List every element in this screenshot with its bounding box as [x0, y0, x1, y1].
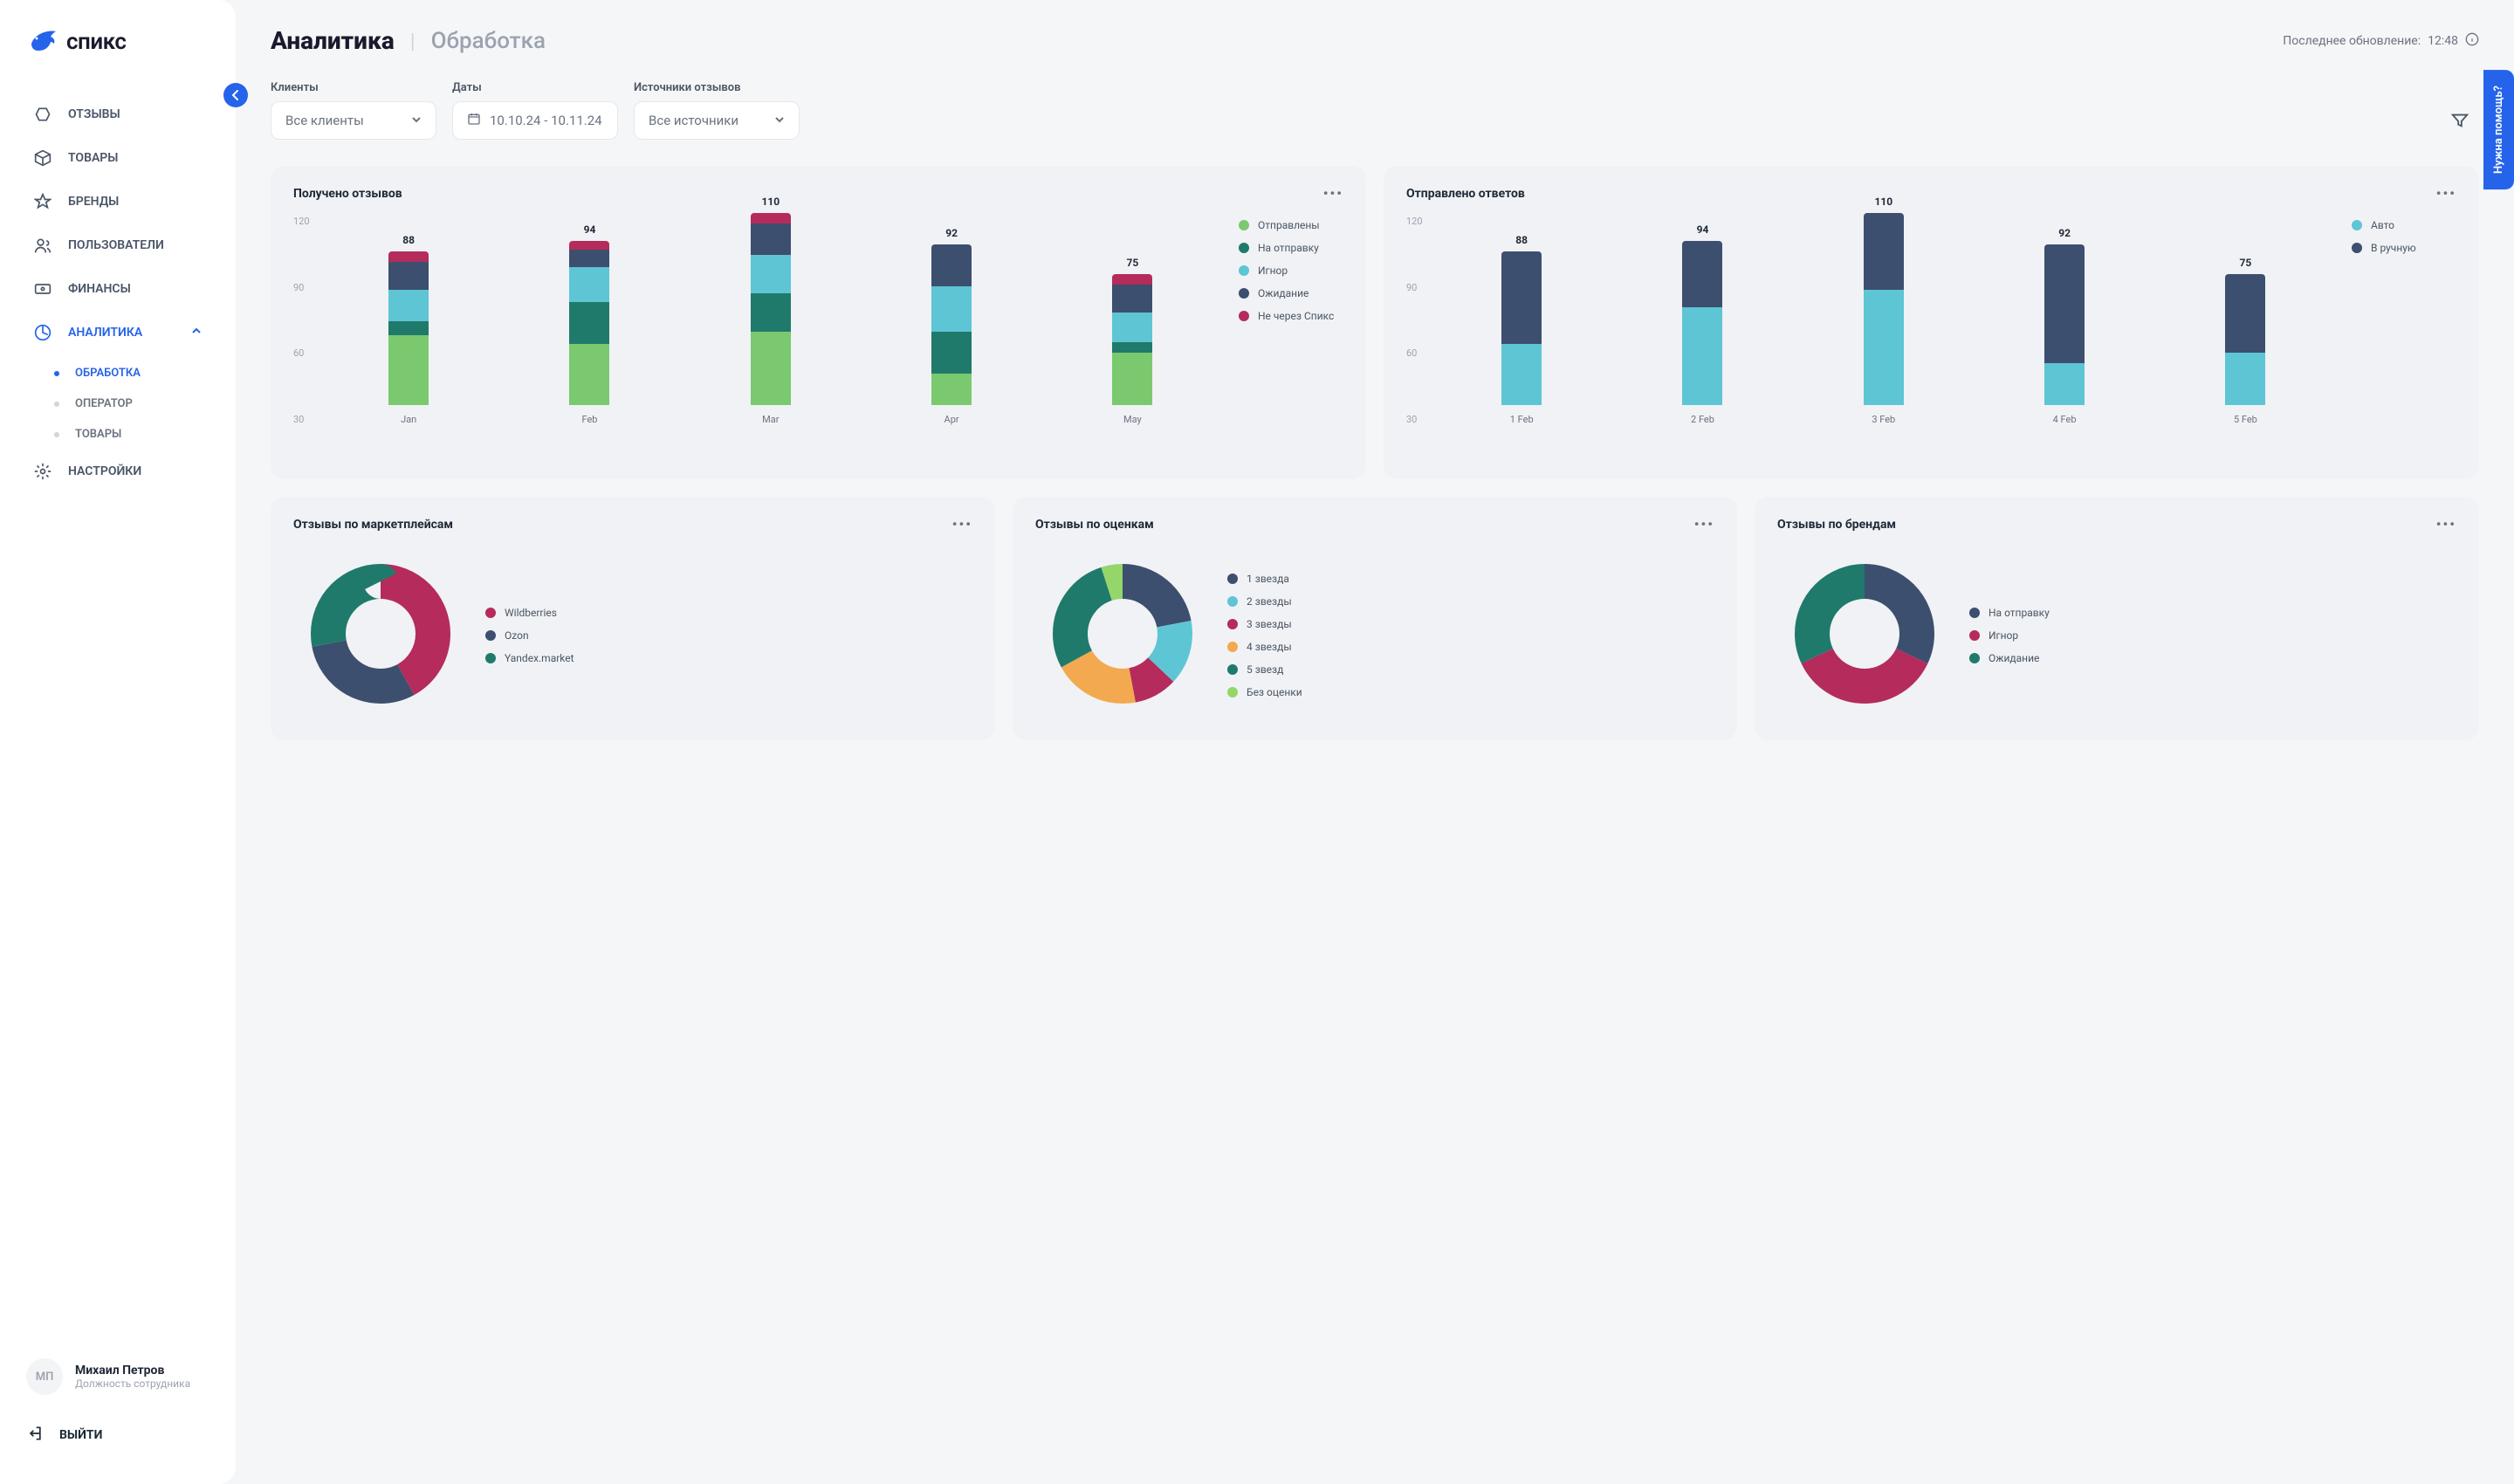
legend-item: 3 звезды — [1227, 618, 1332, 630]
dates-label: Даты — [452, 81, 618, 94]
user-name: Михаил Петров — [75, 1364, 190, 1378]
donut-chart — [293, 546, 468, 721]
calendar-icon — [467, 112, 481, 129]
filter-button[interactable] — [2441, 101, 2479, 140]
subnav-processing[interactable]: ОБРАБОТКА — [44, 358, 218, 388]
chart-card-marketplaces: Отзывы по маркетплейсам ••• Wildberries Oz… — [271, 497, 995, 740]
donut-chart — [1777, 546, 1952, 721]
legend-item: В ручную — [2352, 242, 2456, 254]
nav-label: НАСТРОЙКИ — [68, 464, 141, 478]
legend-item: Без оценки — [1227, 686, 1332, 698]
nav-label: ОТЗЫВЫ — [68, 107, 120, 121]
gear-icon — [33, 462, 52, 481]
legend-item: Игнор — [1969, 629, 2074, 642]
legend-item: 4 звезды — [1227, 641, 1332, 653]
legend-item: 1 звезда — [1227, 573, 1332, 585]
nav-label: ПОЛЬЗОВАТЕЛИ — [68, 238, 164, 252]
clients-label: Клиенты — [271, 81, 436, 94]
box-icon — [33, 148, 52, 168]
nav: ОТЗЫВЫ ТОВАРЫ БРЕНДЫ ПОЛЬЗОВАТЕЛИ ФИНАНС… — [0, 93, 236, 1358]
sources-label: Источники отзывов — [634, 81, 800, 94]
chevron-down-icon — [774, 113, 785, 128]
sidebar-collapse-button[interactable] — [223, 83, 248, 107]
avatar: МП — [26, 1358, 63, 1395]
legend-item: Отправлены — [1239, 219, 1343, 231]
nav-users[interactable]: ПОЛЬЗОВАТЕЛИ — [17, 223, 218, 267]
legend-item: Ожидание — [1239, 287, 1343, 299]
chat-icon — [33, 105, 52, 124]
nav-products[interactable]: ТОВАРЫ — [17, 136, 218, 180]
help-tab[interactable]: Нужна помощь? — [2483, 70, 2514, 189]
page-subtitle: Обработка — [431, 28, 546, 54]
logo: спикс — [0, 26, 236, 93]
nav-reviews[interactable]: ОТЗЫВЫ — [17, 93, 218, 136]
chart-card-brands: Отзывы по брендам ••• На отправку Игнор Ожи… — [1755, 497, 2479, 740]
chart-title: Отзывы по брендам — [1777, 518, 1896, 532]
legend-item: Игнор — [1239, 265, 1343, 277]
legend-item: Авто — [2352, 219, 2456, 231]
chart-title: Отзывы по оценкам — [1035, 518, 1154, 532]
chart-title: Отзывы по маркетплейсам — [293, 518, 453, 532]
chart-menu[interactable]: ••• — [2436, 516, 2456, 532]
clients-select[interactable]: Все клиенты — [271, 101, 436, 140]
star-icon — [33, 192, 52, 211]
chart-menu[interactable]: ••• — [1694, 516, 1714, 532]
chart-menu[interactable]: ••• — [2436, 185, 2456, 202]
legend-item: Не через Спикс — [1239, 310, 1343, 322]
nav-analytics[interactable]: АНАЛИТИКА — [17, 311, 218, 354]
user-role: Должность сотрудника — [75, 1378, 190, 1390]
logout-icon — [26, 1425, 44, 1446]
nav-label: ФИНАНСЫ — [68, 282, 131, 296]
legend-item: На отправку — [1969, 607, 2074, 619]
chart-card-received: Получено отзывов••• 120906030 88Jan94Feb… — [271, 166, 1366, 479]
page-title: Аналитика — [271, 26, 395, 55]
nav-label: БРЕНДЫ — [68, 195, 119, 209]
chart-card-sent: Отправлено ответов••• 120906030 881 Feb9… — [1384, 166, 2479, 479]
chart-title: Получено отзывов — [293, 187, 402, 201]
main: Аналитика | Обработка Последнее обновлен… — [236, 0, 2514, 1484]
legend-item: Ozon — [485, 629, 590, 642]
chevron-down-icon — [411, 113, 422, 128]
chart-icon — [33, 323, 52, 342]
dates-input[interactable]: 10.10.24 - 10.11.24 — [452, 101, 618, 140]
logo-text: спикс — [66, 29, 127, 55]
last-updated: Последнее обновление: 12:48 — [2283, 32, 2479, 50]
chart-title: Отправлено ответов — [1406, 187, 1525, 201]
legend-item: На отправку — [1239, 242, 1343, 254]
nav-settings[interactable]: НАСТРОЙКИ — [17, 450, 218, 493]
legend-item: Wildberries — [485, 607, 590, 619]
legend-item: Ожидание — [1969, 652, 2074, 664]
chart-card-ratings: Отзывы по оценкам ••• 1 звезда 2 звезды 3 з… — [1013, 497, 1737, 740]
nav-brands[interactable]: БРЕНДЫ — [17, 180, 218, 223]
chart-menu[interactable]: ••• — [952, 516, 972, 532]
legend-item: 5 звезд — [1227, 663, 1332, 676]
user-block: МП Михаил Петров Должность сотрудника — [0, 1358, 236, 1395]
sources-select[interactable]: Все источники — [634, 101, 800, 140]
logout-button[interactable]: ВЫЙТИ — [0, 1412, 236, 1458]
users-icon — [33, 236, 52, 255]
info-icon[interactable] — [2465, 32, 2479, 50]
money-icon — [33, 279, 52, 299]
nav-label: ТОВАРЫ — [68, 151, 118, 165]
legend-item: Yandex.market — [485, 652, 590, 664]
chevron-up-icon — [190, 325, 203, 340]
nav-label: АНАЛИТИКА — [68, 326, 142, 340]
legend-item: 2 звезды — [1227, 595, 1332, 608]
donut-chart — [1035, 546, 1210, 721]
subnav: ОБРАБОТКА ОПЕРАТОР ТОВАРЫ — [17, 358, 218, 450]
subnav-products[interactable]: ТОВАРЫ — [44, 419, 218, 450]
filters: Клиенты Все клиенты Даты 10.10.24 - 10.1… — [271, 81, 2479, 140]
sidebar: спикс ОТЗЫВЫ ТОВАРЫ БРЕНДЫ ПОЛЬЗОВАТЕЛИ — [0, 0, 236, 1484]
bird-icon — [26, 26, 58, 58]
subnav-operator[interactable]: ОПЕРАТОР — [44, 388, 218, 419]
header: Аналитика | Обработка Последнее обновлен… — [271, 26, 2479, 55]
chart-menu[interactable]: ••• — [1323, 185, 1343, 202]
nav-finance[interactable]: ФИНАНСЫ — [17, 267, 218, 311]
